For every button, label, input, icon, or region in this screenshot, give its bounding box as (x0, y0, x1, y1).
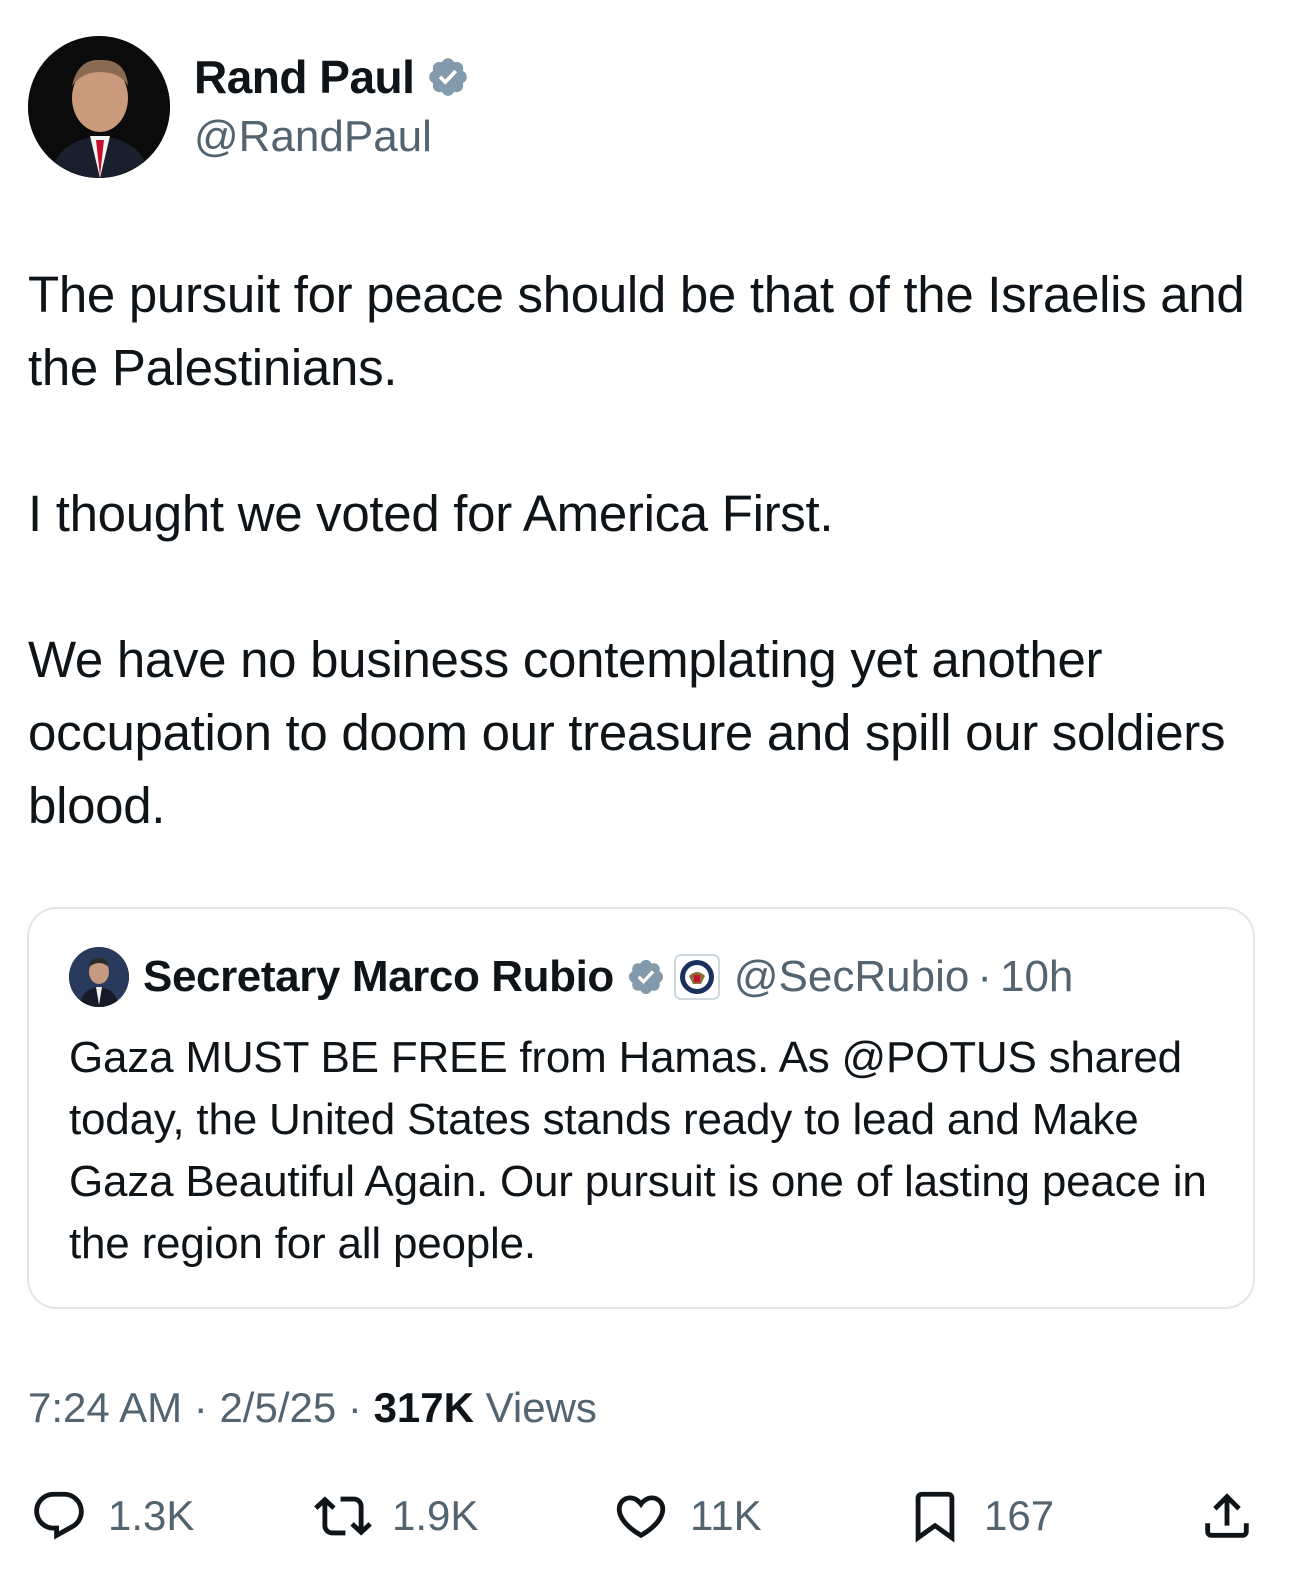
author-handle[interactable]: @RandPaul (194, 112, 432, 162)
bookmark-count: 167 (984, 1492, 1055, 1539)
like-button[interactable]: 11K (612, 1476, 762, 1556)
tweet-paragraph: I thought we voted for America First. (28, 485, 834, 542)
repost-button[interactable]: 1.9K (314, 1476, 478, 1556)
tweet-paragraph: We have no business contemplating yet an… (28, 631, 1226, 834)
separator-dot: · (193, 1384, 208, 1431)
quoted-timestamp[interactable]: 10h (1000, 952, 1073, 1002)
government-seal-icon (673, 954, 720, 1000)
post-time[interactable]: 7:24 AM (28, 1384, 182, 1431)
reply-count: 1.3K (108, 1492, 195, 1539)
quoted-author-handle[interactable]: @SecRubio (734, 952, 969, 1002)
tweet-paragraph: The pursuit for peace should be that of … (28, 266, 1245, 396)
verified-badge-icon (628, 959, 663, 995)
author-name-row: Rand Paul (194, 50, 470, 104)
quoted-tweet-card[interactable]: Secretary Marco Rubio @SecRubio · 10h Ga… (27, 907, 1255, 1309)
separator-dot: · (977, 952, 992, 1001)
bookmark-button[interactable]: 167 (906, 1476, 1054, 1556)
reply-button[interactable]: 1.3K (30, 1476, 194, 1556)
reply-icon (34, 1491, 84, 1540)
share-button[interactable] (1198, 1476, 1256, 1556)
action-bar: 1.3K 1.9K 11K 167 (0, 1476, 1290, 1556)
verified-badge-icon (429, 58, 468, 96)
quoted-author-avatar[interactable] (69, 947, 129, 1007)
like-icon (616, 1495, 666, 1539)
views-count[interactable]: 317K (374, 1384, 474, 1431)
like-count: 11K (690, 1492, 762, 1539)
repost-icon (314, 1496, 372, 1536)
quoted-author-name[interactable]: Secretary Marco Rubio (143, 952, 614, 1002)
post-date[interactable]: 2/5/25 (219, 1384, 336, 1431)
author-avatar[interactable] (28, 36, 170, 178)
tweet-meta: 7:24 AM · 2/5/25 · 317K Views (28, 1384, 597, 1432)
separator-dot: · (347, 1384, 362, 1431)
quoted-tweet-header: Secretary Marco Rubio @SecRubio · 10h (69, 947, 1073, 1007)
views-label: Views (485, 1384, 597, 1431)
author-name[interactable]: Rand Paul (194, 50, 415, 104)
share-icon (1205, 1493, 1249, 1538)
tweet-body: The pursuit for peace should be that of … (28, 258, 1268, 842)
repost-count: 1.9K (392, 1492, 479, 1539)
bookmark-icon (915, 1491, 955, 1543)
quoted-tweet-text: Gaza MUST BE FREE from Hamas. As @POTUS … (69, 1033, 1207, 1268)
